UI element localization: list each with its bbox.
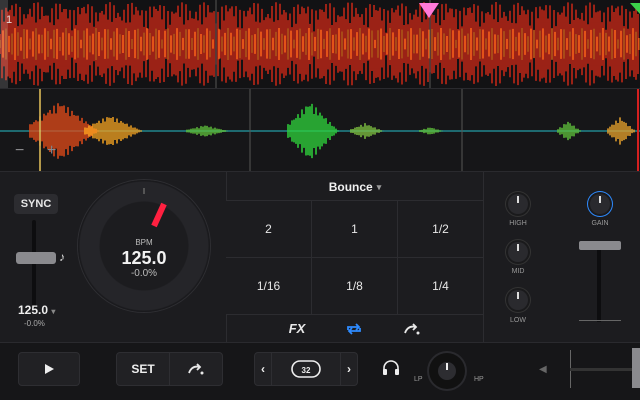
filter-knob[interactable]	[429, 353, 465, 389]
overview-waveform[interactable]	[0, 0, 640, 88]
pad-mode-selector[interactable]: Bounce ▾	[226, 174, 484, 200]
set-cue-button[interactable]: SET	[116, 352, 170, 386]
chevron-down-icon: ▾	[376, 181, 382, 192]
chevron-down-icon: ▾	[51, 307, 56, 316]
crossfader-track[interactable]	[570, 368, 632, 371]
detail-waveform[interactable]	[0, 88, 640, 172]
loop-halve-button[interactable]: ‹	[254, 352, 272, 386]
eq-low-label: LOW	[510, 317, 526, 324]
bpm-value: 125.0	[121, 248, 167, 268]
jog-position-marker	[151, 202, 167, 228]
pad-3[interactable]: 1/2	[398, 200, 484, 257]
gain-knob[interactable]	[590, 194, 610, 214]
loop-length-icon: 32	[291, 360, 321, 378]
eq-high-knob[interactable]	[508, 194, 528, 214]
pitch-value: -0.0%	[130, 268, 158, 279]
pitch-bpm-value[interactable]: 125.0 ▾	[18, 303, 55, 317]
gain-label: GAIN	[591, 220, 609, 227]
pad-2[interactable]: 1	[312, 200, 398, 257]
pad-1[interactable]: 2	[226, 200, 312, 257]
detail-waveform-graphic	[0, 89, 640, 171]
bpm-label: BPM	[135, 238, 153, 247]
eq-mid-knob[interactable]	[508, 242, 528, 262]
crossfader-handle[interactable]	[632, 348, 640, 388]
pitch-fader-handle[interactable]	[16, 252, 56, 264]
filter-lp-label: LP	[414, 376, 423, 383]
fx-button[interactable]: FX	[289, 321, 306, 336]
eq-mid-label: MID	[511, 268, 525, 275]
deck-number: 1	[6, 14, 13, 26]
chevron-right-icon: ›	[347, 362, 351, 376]
volume-fader-track[interactable]	[597, 242, 601, 322]
pad-4[interactable]: 1/16	[226, 257, 312, 314]
pad-mode-label: Bounce	[328, 180, 373, 194]
overview-waveform-graphic	[0, 0, 640, 88]
crossfader-left-icon: ◀	[539, 364, 547, 375]
note-icon[interactable]: ♪	[59, 250, 65, 264]
zoom-in-button[interactable]: +	[47, 142, 56, 160]
filter-hp-label: HP	[474, 376, 484, 383]
loop-toggle-button[interactable]: 32	[271, 352, 341, 386]
cue-jump-button[interactable]	[169, 352, 223, 386]
loop-length-value: 32	[302, 366, 311, 375]
pad-5[interactable]: 1/8	[312, 257, 398, 314]
eq-high-label: HIGH	[509, 220, 527, 227]
chevron-left-icon: ‹	[261, 362, 265, 376]
pitch-percent: -0.0%	[24, 319, 45, 328]
redo-icon	[188, 363, 204, 375]
sync-button[interactable]: SYNC	[14, 194, 58, 214]
pad-footer: FX	[226, 314, 484, 342]
loop-icon[interactable]	[345, 322, 363, 336]
volume-fader-handle[interactable]	[579, 241, 621, 250]
headphones-icon	[383, 360, 399, 375]
volume-fader-scale	[579, 320, 621, 321]
play-icon	[45, 364, 54, 374]
play-button[interactable]	[18, 352, 80, 386]
pad-6[interactable]: 1/4	[398, 257, 484, 314]
eq-low-knob[interactable]	[508, 290, 528, 310]
pitch-fader-track[interactable]	[32, 220, 36, 310]
zoom-out-button[interactable]: −	[15, 142, 24, 160]
headphones-cue-button[interactable]	[382, 360, 400, 376]
redo-icon[interactable]	[403, 322, 421, 336]
loop-double-button[interactable]: ›	[340, 352, 358, 386]
